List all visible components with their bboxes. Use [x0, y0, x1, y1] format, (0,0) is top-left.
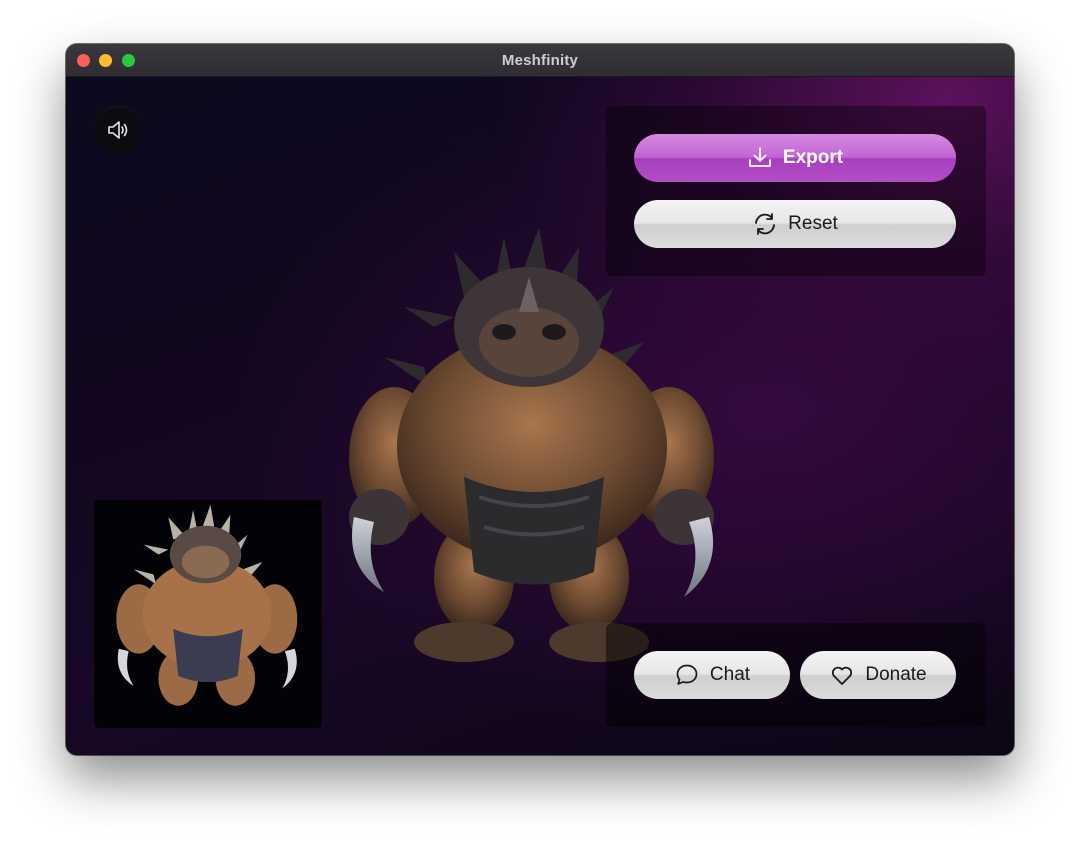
download-icon	[749, 147, 771, 167]
refresh-icon	[755, 213, 776, 235]
heart-icon	[832, 666, 853, 685]
chat-button[interactable]: Chat	[634, 651, 790, 699]
creature-model	[349, 227, 714, 662]
export-label: Export	[782, 147, 844, 168]
sound-toggle-button[interactable]	[94, 106, 142, 154]
viewport[interactable]: Export Reset Chat Donate	[66, 77, 1014, 755]
model-preview[interactable]	[314, 217, 754, 677]
donate-button[interactable]: Donate	[800, 651, 956, 699]
source-image-thumbnail[interactable]	[94, 500, 322, 728]
actions-panel: Export Reset	[606, 106, 986, 276]
creature-thumbnail-image	[116, 504, 298, 706]
speaker-icon	[108, 121, 128, 139]
donate-label: Donate	[865, 664, 927, 685]
chat-bubble-icon	[676, 664, 698, 685]
title-bar: Meshfinity	[66, 44, 1014, 77]
window-title: Meshfinity	[501, 52, 579, 69]
export-button[interactable]: Export	[634, 134, 956, 182]
reset-button[interactable]: Reset	[634, 200, 956, 248]
app-window: Meshfinity Export Reset Chat Donate	[66, 44, 1014, 755]
chat-label: Chat	[709, 664, 751, 685]
community-panel: Chat Donate	[606, 623, 986, 727]
reset-label: Reset	[788, 213, 838, 234]
